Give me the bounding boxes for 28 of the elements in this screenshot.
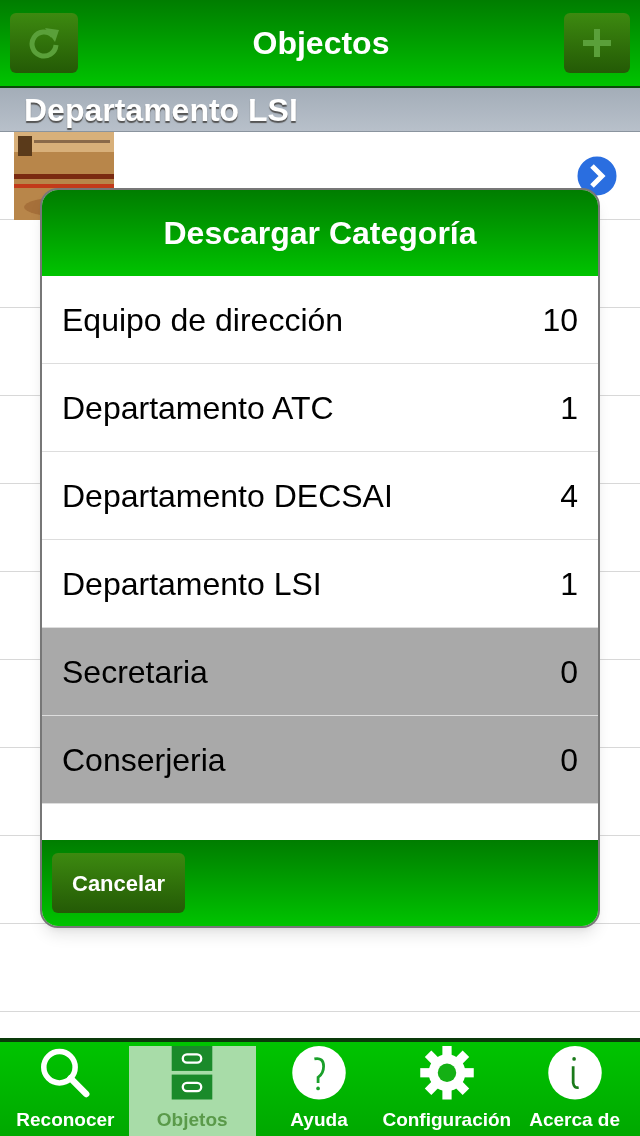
category-row[interactable]: Departamento LSI 1	[42, 540, 598, 628]
category-label: Conserjeria	[62, 740, 226, 780]
category-row[interactable]: Equipo de dirección 10	[42, 276, 598, 364]
category-count: 1	[560, 388, 578, 428]
category-label: Equipo de dirección	[62, 300, 344, 340]
category-count: 0	[560, 652, 578, 692]
category-row[interactable]: Departamento DECSAI 4	[42, 452, 598, 540]
cancel-button[interactable]: Cancelar	[52, 853, 185, 913]
plus-icon	[583, 29, 611, 57]
drawers-icon	[170, 1046, 215, 1100]
category-label: Departamento DECSAI	[62, 476, 393, 516]
category-label: Secretaria	[62, 652, 208, 692]
screen-title: Objectos	[252, 24, 390, 63]
settings-icon	[417, 1046, 476, 1100]
category-count: 0	[560, 740, 578, 780]
refresh-button[interactable]	[10, 13, 78, 73]
category-count: 10	[542, 300, 578, 340]
category-count: 1	[560, 564, 578, 604]
category-count: 4	[560, 476, 578, 516]
category-label: Departamento LSI	[62, 564, 322, 604]
category-label: Departamento ATC	[62, 388, 334, 428]
refresh-icon	[27, 26, 61, 60]
help-icon	[290, 1046, 349, 1100]
category-row[interactable]: Departamento ATC 1	[42, 364, 598, 452]
section-title: Departamento LSI	[24, 90, 298, 130]
add-button[interactable]	[564, 13, 630, 73]
dialog-title: Descargar Categoría	[163, 214, 477, 253]
info-icon	[545, 1046, 604, 1100]
